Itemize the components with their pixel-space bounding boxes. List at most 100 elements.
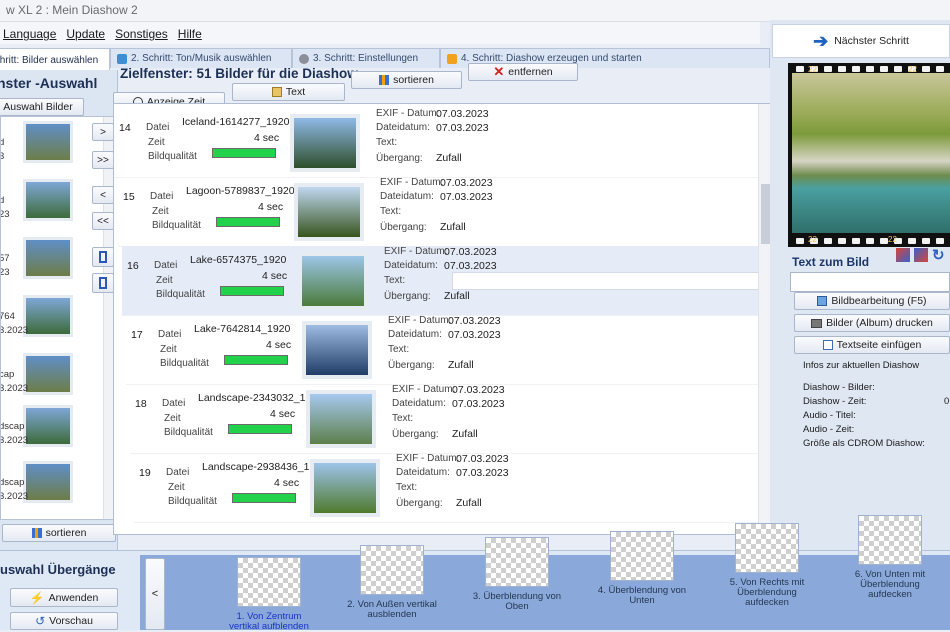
transition-thumbnail[interactable] (610, 531, 674, 581)
tab-step-1[interactable]: 1. Schritt: Bilder auswählen (0, 48, 110, 72)
row-thumbnail[interactable] (302, 321, 372, 379)
source-thumbnail[interactable] (23, 405, 73, 447)
image-edit-button[interactable]: Bildbearbeitung (F5) (794, 292, 950, 310)
film-perforation (880, 66, 888, 72)
add-one-button[interactable]: > (92, 123, 114, 141)
sort-target-button[interactable]: sortieren (351, 71, 462, 89)
film-perforation (838, 238, 846, 244)
remove-one-button[interactable]: < (92, 186, 114, 204)
refresh-icon[interactable]: ↻ (932, 246, 945, 264)
sort-icon (31, 528, 42, 538)
table-row[interactable]: 19 Datei Landscape-2938436_1... Zeit 4 s… (134, 453, 777, 523)
film-number: 22 (808, 235, 817, 244)
select-images-button[interactable]: Auswahl Bilder (0, 98, 84, 116)
film-perforation (852, 238, 860, 244)
insert-text-page-button[interactable]: Textseite einfügen (794, 336, 950, 354)
remove-all-button[interactable]: << (92, 212, 114, 230)
slideshow-image-list[interactable]: 14 Datei Iceland-1614277_1920 Zeit 4 sec… (113, 103, 778, 535)
add-all-button[interactable]: >> (92, 151, 114, 169)
table-row[interactable]: 14 Datei Iceland-1614277_1920 Zeit 4 sec… (114, 108, 764, 178)
transition-thumbnail[interactable] (237, 557, 301, 607)
exif-label: EXIF - Datum: (388, 315, 452, 326)
filedate-label: Dateidatum: (380, 191, 434, 202)
transition-label[interactable]: 1. Von Zentrum vertikal aufblenden (221, 612, 317, 632)
transition-thumbnail[interactable] (485, 537, 549, 587)
print-album-button[interactable]: Bilder (Album) drucken (794, 314, 950, 332)
time-value: 4 sec (274, 477, 300, 489)
source-thumbnail[interactable] (23, 179, 73, 221)
rotate-left-icon[interactable] (896, 248, 910, 262)
source-image-list[interactable]: d 3 d 23 57 23 764 3.2023 cap 3.2023 dsc… (0, 116, 116, 520)
info-time: Diashow - Zeit: (803, 396, 867, 407)
row-thumbnail[interactable] (310, 459, 380, 517)
file-date: 07.03.2023 (448, 329, 501, 341)
row-thumbnail[interactable] (306, 390, 376, 448)
quality-bar (212, 148, 276, 158)
apply-button[interactable]: ⚡ Anwenden (10, 588, 118, 607)
source-thumbnail[interactable] (23, 295, 73, 337)
row-thumbnail[interactable] (294, 183, 364, 241)
music-icon (117, 53, 127, 64)
transition-list[interactable]: < 1. Von Zentrum vertikal aufblenden 2. … (140, 515, 950, 632)
row-text-input[interactable] (452, 272, 772, 290)
file-label: Datei (166, 467, 190, 478)
sort-source-button[interactable]: sortieren (2, 524, 116, 542)
source-thumbnail[interactable] (23, 353, 73, 395)
transition-thumbnail[interactable] (858, 515, 922, 565)
transition-thumbnail[interactable] (735, 523, 799, 573)
source-date: 3.2023 (0, 325, 29, 336)
rotate-right-icon[interactable] (914, 248, 928, 262)
source-thumbnail[interactable] (23, 461, 73, 503)
image-text-input[interactable] (790, 272, 950, 292)
image-edit-icon (817, 296, 828, 306)
transition-label[interactable]: 5. Von Rechts mit Überblendung aufdecken (719, 578, 815, 608)
insert-text-page-label: Textseite einfügen (836, 339, 922, 351)
info-title: Infos zur aktuellen Diashow (803, 360, 920, 371)
row-thumbnail[interactable] (298, 252, 368, 310)
preview-button[interactable]: ↺ Vorschau (10, 612, 118, 630)
remove-button[interactable]: ✕ entfernen (468, 63, 578, 81)
text-for-image-label: Text zum Bild (792, 255, 870, 269)
table-row[interactable]: 18 Datei Landscape-2343032_1... Zeit 4 s… (130, 384, 777, 454)
transition-value: Zufall (452, 428, 478, 440)
preview-label: Vorschau (49, 615, 93, 627)
source-date: 3 (1, 151, 4, 162)
table-row[interactable]: 17 Datei Lake-7642814_1920 Zeit 4 sec Bi… (126, 315, 776, 385)
source-date: 3.2023 (0, 491, 29, 502)
quality-label: Bildqualität (160, 358, 209, 369)
transition-value: Zufall (456, 497, 482, 509)
transition-value: Zufall (448, 359, 474, 371)
scroll-left-button[interactable]: < (145, 558, 165, 630)
table-row[interactable]: 16 Datei Lake-6574375_1920 Zeit 4 sec Bi… (122, 246, 772, 316)
preview-icon: ↺ (35, 614, 46, 628)
transition-label[interactable]: 3. Überblendung von Oben (469, 592, 565, 612)
tab-step-2[interactable]: 2. Schritt: Ton/Musik auswählen (110, 48, 292, 68)
exif-date: 07.03.2023 (456, 453, 509, 465)
film-perforation (838, 66, 846, 72)
transition-label[interactable]: 4. Überblendung von Unten (594, 586, 690, 606)
tab-step-3[interactable]: 3. Schritt: Einstellungen (292, 48, 440, 68)
source-thumbnail[interactable] (23, 237, 73, 279)
close-icon: ✕ (493, 64, 505, 79)
source-filename: 57 (0, 253, 10, 264)
row-thumbnail[interactable] (290, 114, 360, 172)
transition-label[interactable]: 2. Von Außen vertikal ausblenden (344, 600, 440, 620)
transition-thumbnail[interactable] (360, 545, 424, 595)
film-perforation (824, 238, 832, 244)
move-down-button[interactable] (92, 273, 114, 293)
table-row[interactable]: 15 Datei Lagoon-5789837_1920 Zeit 4 sec … (118, 177, 768, 247)
text-button[interactable]: Text (232, 83, 345, 101)
time-value: 4 sec (254, 132, 280, 144)
row-number: 14 (119, 122, 131, 134)
next-step-button[interactable]: ➔ Nächster Schritt (772, 24, 950, 58)
transition-label[interactable]: 6. Von Unten mit Überblendung aufdecken (842, 570, 938, 600)
source-filename: 764 (0, 311, 15, 322)
move-up-button[interactable] (92, 247, 114, 267)
step-tabs: 1. Schritt: Bilder auswählen 2. Schritt:… (0, 22, 770, 72)
target-window-title: Zielfenster: 51 Bilder für die Diashow (120, 66, 358, 81)
text-label: Text: (376, 137, 398, 148)
window-title: w XL 2 : Mein Diashow 2 (6, 3, 138, 17)
file-name: Landscape-2343032_1... (198, 392, 315, 404)
film-perforation (796, 238, 804, 244)
source-thumbnail[interactable] (23, 121, 73, 163)
